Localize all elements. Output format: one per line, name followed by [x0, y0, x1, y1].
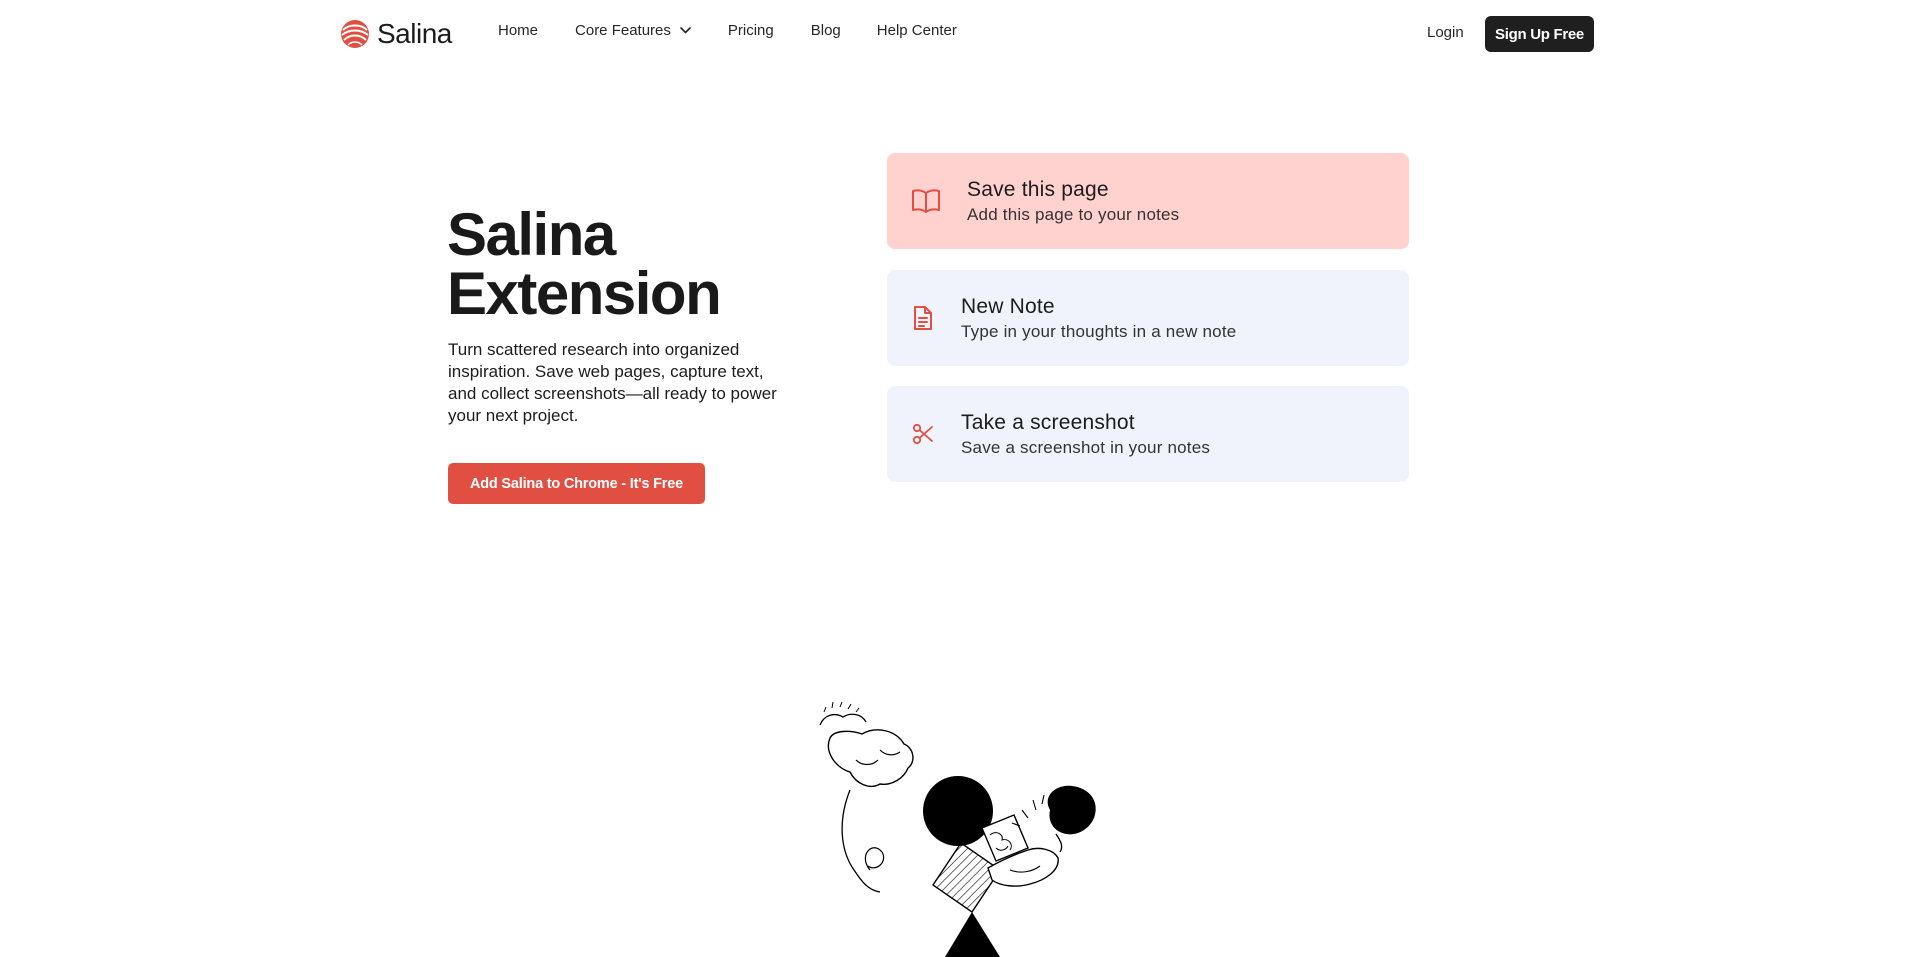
logo-wordmark: Salina [377, 18, 452, 49]
nav-pricing-link[interactable]: Pricing [728, 22, 774, 39]
save-page-subtitle: Add this page to your notes [967, 205, 1180, 224]
scissors-icon [912, 423, 934, 445]
hero-title-line-1: Salina [447, 201, 616, 268]
nav-core-features-label: Core Features [575, 22, 671, 39]
nav-links: Home Core Features Pricing Blog Help Cen… [498, 22, 957, 39]
document-icon [912, 305, 934, 331]
nav-core-features-dropdown[interactable]: Core Features [575, 22, 691, 39]
hands-shapes-illustration [819, 701, 1096, 957]
nav-help-center-link[interactable]: Help Center [877, 22, 957, 39]
top-navigation: Salina Home Core Features Pricing Blog H… [0, 0, 1920, 68]
screenshot-title: Take a screenshot [961, 411, 1135, 434]
screenshot-card[interactable]: Take a screenshot Save a screenshot in y… [887, 386, 1409, 482]
nav-blog-link[interactable]: Blog [811, 22, 841, 39]
salina-logo[interactable]: Salina [339, 16, 452, 52]
nav-home-link[interactable]: Home [498, 22, 538, 39]
add-to-chrome-button[interactable]: Add Salina to Chrome - It's Free [448, 463, 705, 504]
new-note-card[interactable]: New Note Type in your thoughts in a new … [887, 270, 1409, 366]
hero-title-line-2: Extension [447, 260, 722, 327]
new-note-subtitle: Type in your thoughts in a new note [961, 322, 1237, 341]
login-link[interactable]: Login [1427, 24, 1464, 41]
hero-description: Turn scattered research into organized i… [448, 340, 777, 425]
save-page-card[interactable]: Save this page Add this page to your not… [887, 153, 1409, 249]
screenshot-subtitle: Save a screenshot in your notes [961, 438, 1211, 457]
sign-up-button[interactable]: Sign Up Free [1485, 16, 1594, 52]
chevron-down-icon [680, 27, 691, 34]
salina-logo-icon [341, 20, 369, 48]
hero-title: Salina Extension [447, 205, 787, 324]
book-open-icon [911, 188, 941, 214]
save-page-title: Save this page [967, 178, 1109, 201]
new-note-title: New Note [961, 295, 1055, 318]
